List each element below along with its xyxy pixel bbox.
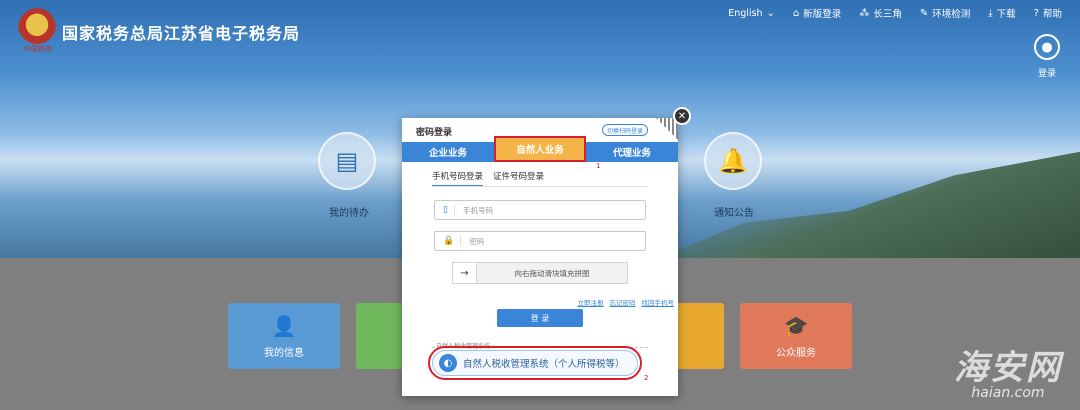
nav-help-label: 帮助 <box>1042 9 1062 20</box>
user-avatar-icon[interactable]: ● <box>1034 34 1060 60</box>
phone-input[interactable]: ▯ 手机号码 <box>434 200 646 220</box>
login-link[interactable]: 登录 <box>1038 66 1056 79</box>
lock-icon: 🔒 <box>443 236 462 246</box>
password-placeholder: 密码 <box>469 236 485 246</box>
nav-download[interactable]: ⤓ 下载 <box>988 6 1016 21</box>
nav-yangtze-delta-label: 长三角 <box>873 9 902 20</box>
nav-env-check-label: 环境检测 <box>932 9 971 20</box>
nav-english[interactable]: English ⌄ <box>728 8 775 19</box>
bell-icon[interactable]: 🔔 <box>704 132 762 190</box>
nav-env-check[interactable]: ✎ 环境检测 <box>919 6 971 21</box>
nav-help[interactable]: ? 帮助 <box>1033 6 1062 21</box>
watermark-big: 海安网 <box>954 348 1062 388</box>
phone-icon: ▯ <box>443 205 455 215</box>
forgot-password-link[interactable]: 忘记密码 <box>610 297 636 307</box>
nav-download-label: 下载 <box>996 9 1016 20</box>
watermark: 海安网 haian.com <box>954 340 1062 401</box>
register-link[interactable]: 立即注册 <box>578 297 604 307</box>
top-bar: 中国税务 国家税务总局江苏省电子税务局 English ⌄ ⌂ 新版登录 ⁂ 长… <box>0 0 1080 79</box>
category-tabs: 企业业务 自然人业务 代理业务 <box>402 136 678 162</box>
chevron-down-icon: ⌄ <box>766 7 775 19</box>
password-input[interactable]: 🔒 密码 <box>434 231 646 251</box>
todo-label: 我的待办 <box>329 208 369 219</box>
annotation-mark-2: 2 <box>644 374 649 382</box>
modal-title: 密码登录 <box>416 128 453 138</box>
graduate-icon: 🎓 <box>783 313 809 338</box>
emblem-text: 中国税务 <box>24 45 52 53</box>
top-nav: English ⌄ ⌂ 新版登录 ⁂ 长三角 ✎ 环境检测 ⤓ 下载 ? 帮助 <box>728 6 1062 21</box>
login-method-tabs: 手机号码登录 证件号码登录 <box>432 170 544 187</box>
recover-phone-link[interactable]: 找回手机号 <box>642 297 675 307</box>
system-caption: 自然人税收管理系统 <box>436 341 494 350</box>
home-icon: ⌂ <box>792 7 800 19</box>
slider-handle-arrow-icon[interactable]: → <box>453 263 477 283</box>
site-title: 国家税务总局江苏省电子税务局 <box>62 24 301 43</box>
person-tax-icon: ◐ <box>439 354 457 372</box>
annotation-mark-1: 1 <box>596 162 601 170</box>
tile-my-info[interactable]: 👤 我的信息 <box>228 303 340 369</box>
notice-label: 通知公告 <box>714 208 754 219</box>
network-icon: ⁂ <box>859 7 870 19</box>
tab-enterprise[interactable]: 企业业务 <box>402 145 494 159</box>
nav-new-login-label: 新版登录 <box>803 9 842 20</box>
wrench-icon: ✎ <box>919 7 929 19</box>
phone-placeholder: 手机号码 <box>462 205 493 215</box>
slider-instruction: 向右拖动滑块填充拼图 <box>514 268 590 278</box>
tab-agent[interactable]: 代理业务 <box>586 145 678 159</box>
close-icon[interactable]: ✕ <box>673 107 691 125</box>
tab-individual[interactable]: 自然人业务 <box>494 136 586 162</box>
tab-id-login[interactable]: 证件号码登录 <box>493 170 544 187</box>
login-modal: 密码登录 切换扫码登录 企业业务 自然人业务 代理业务 1 手机号码登录 证件号… <box>402 118 678 396</box>
tab-phone-login[interactable]: 手机号码登录 <box>432 170 484 187</box>
download-icon: ⤓ <box>988 7 993 19</box>
nav-english-label: English <box>728 7 763 19</box>
auxiliary-links: 立即注册 忘记密码 找回手机号 <box>578 297 675 307</box>
tile-public-service[interactable]: 🎓 公众服务 <box>740 303 852 369</box>
todo-icon[interactable]: ▤ <box>318 132 376 190</box>
user-icon: 👤 <box>271 313 297 338</box>
tile-public-service-label: 公众服务 <box>776 347 816 359</box>
nav-yangtze-delta[interactable]: ⁂ 长三角 <box>859 6 902 21</box>
tile-my-info-label: 我的信息 <box>264 347 304 359</box>
help-icon: ? <box>1033 7 1039 19</box>
qr-login-toggle[interactable]: 切换扫码登录 <box>602 124 649 136</box>
nav-new-login[interactable]: ⌂ 新版登录 <box>792 6 842 21</box>
captcha-slider: → 向右拖动滑块填充拼图 <box>452 262 628 284</box>
login-button[interactable]: 登 录 <box>497 309 583 327</box>
system-button-label: 自然人税收管理系统（个人所得税等） <box>463 359 625 370</box>
tab-divider <box>432 186 648 187</box>
individual-tax-system-button[interactable]: ◐ 自然人税收管理系统（个人所得税等） <box>428 346 642 380</box>
